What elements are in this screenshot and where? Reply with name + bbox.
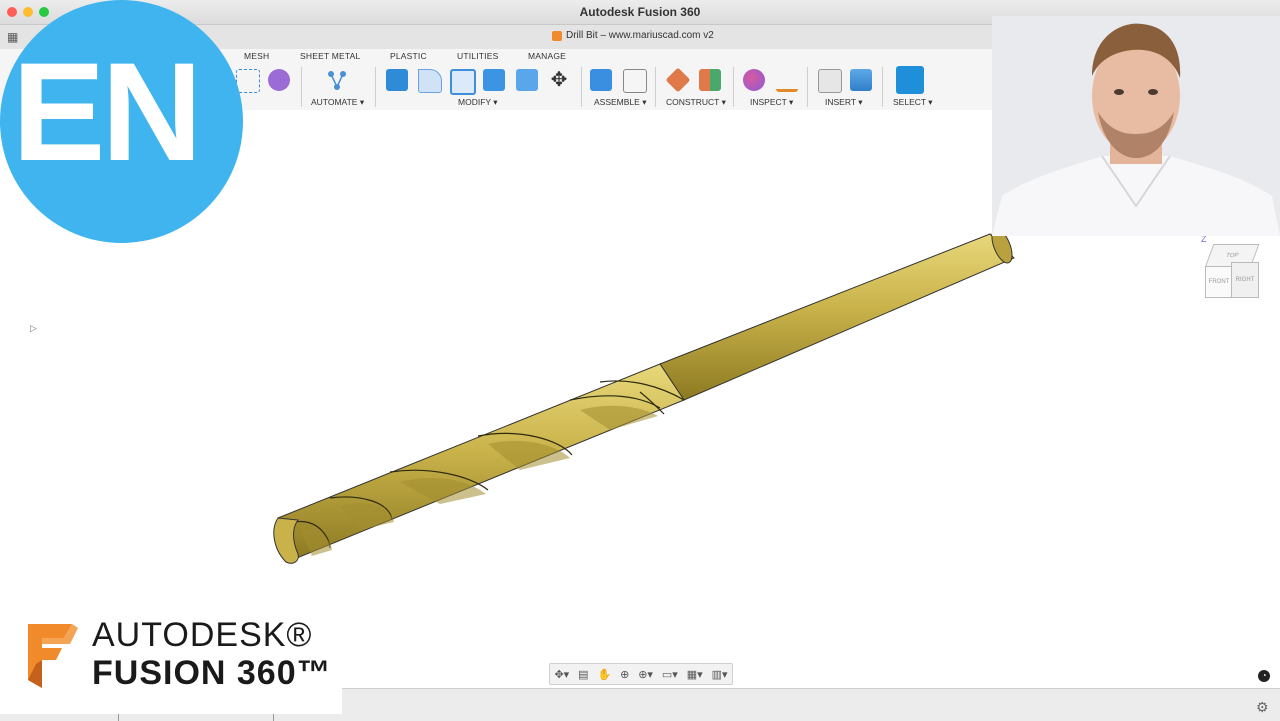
display-settings-icon[interactable]: ▭▾: [662, 668, 678, 681]
look-at-icon[interactable]: ▤: [578, 668, 588, 681]
automate-icon[interactable]: [326, 69, 348, 91]
tab-plastic[interactable]: PLASTIC: [390, 51, 427, 61]
ribbon-separator: [807, 67, 808, 107]
presenter-image: [992, 16, 1280, 236]
group-modify[interactable]: MODIFY ▾: [458, 97, 498, 108]
form-tool-icon[interactable]: [268, 69, 290, 91]
document-tab-title: Drill Bit – www.mariuscad.com v2: [566, 30, 714, 41]
zoom-window-icon[interactable]: ⊕▾: [638, 668, 653, 681]
viewports-icon[interactable]: ▥▾: [712, 668, 728, 681]
new-component-icon[interactable]: [590, 69, 612, 91]
move-icon[interactable]: ✥: [548, 69, 570, 91]
group-automate[interactable]: AUTOMATE ▾: [311, 97, 364, 108]
fillet-icon[interactable]: [418, 69, 442, 93]
group-inspect-label: INSPECT: [750, 97, 787, 107]
midplane-icon[interactable]: [699, 69, 721, 91]
presenter-webcam: [992, 16, 1280, 236]
joint-icon[interactable]: [623, 69, 647, 93]
browser-expand-icon[interactable]: ▷: [30, 323, 37, 334]
interference-icon[interactable]: [743, 69, 765, 91]
viewcube-front-face[interactable]: FRONT: [1205, 266, 1233, 298]
group-assemble-label: ASSEMBLE: [594, 97, 640, 107]
language-badge-text: EN: [12, 33, 202, 190]
navigation-bar: ✥▾ ▤ ✋ ⊕ ⊕▾ ▭▾ ▦▾ ▥▾: [549, 663, 733, 685]
ribbon-separator: [581, 67, 582, 107]
group-automate-label: AUTOMATE: [311, 97, 358, 107]
ribbon-separator: [375, 67, 376, 107]
fusion-360-wordmark: FUSION 360™: [92, 654, 332, 692]
ribbon-separator: [655, 67, 656, 107]
group-insert-label: INSERT: [825, 97, 856, 107]
comments-icon[interactable]: ◔: [1258, 670, 1270, 682]
tab-sheet-metal[interactable]: SHEET METAL: [300, 51, 360, 61]
zoom-icon[interactable]: ⊕: [620, 668, 629, 681]
tab-mesh[interactable]: MESH: [244, 51, 269, 61]
group-insert[interactable]: INSERT ▾: [825, 97, 863, 108]
branding-logo: AUTODESK® FUSION 360™: [0, 594, 342, 714]
insert-derive-icon[interactable]: [818, 69, 842, 93]
group-construct-label: CONSTRUCT: [666, 97, 720, 107]
orbit-icon[interactable]: ✥▾: [554, 668, 569, 681]
document-tab[interactable]: Drill Bit – www.mariuscad.com v2: [552, 30, 714, 41]
ribbon-separator: [301, 67, 302, 107]
align-icon[interactable]: [516, 69, 538, 91]
tab-manage[interactable]: MANAGE: [528, 51, 566, 61]
group-assemble[interactable]: ASSEMBLE ▾: [594, 97, 646, 108]
ribbon-separator: [733, 67, 734, 107]
group-modify-label: MODIFY: [458, 97, 491, 107]
viewcube-right-face[interactable]: RIGHT: [1231, 262, 1259, 298]
autodesk-wordmark: AUTODESK®: [92, 616, 313, 654]
group-construct[interactable]: CONSTRUCT ▾: [666, 97, 726, 108]
tab-utilities[interactable]: UTILITIES: [457, 51, 498, 61]
pan-icon[interactable]: ✋: [597, 668, 611, 681]
viewcube[interactable]: Z TOP FRONT RIGHT: [1195, 234, 1265, 304]
group-select[interactable]: SELECT ▾: [893, 97, 933, 108]
group-inspect[interactable]: INSPECT ▾: [750, 97, 793, 108]
select-icon[interactable]: [896, 66, 924, 94]
offset-plane-icon[interactable]: [665, 67, 691, 93]
fusion-logo-icon: [28, 624, 78, 688]
settings-gear-icon[interactable]: ⚙: [1256, 699, 1269, 716]
ribbon-separator: [882, 67, 883, 107]
grid-settings-icon[interactable]: ▦▾: [687, 668, 703, 681]
measure-icon[interactable]: [776, 79, 798, 92]
canvas-icon[interactable]: [850, 69, 872, 91]
group-select-label: SELECT: [893, 97, 926, 107]
press-pull-icon[interactable]: [386, 69, 408, 91]
language-badge: EN: [0, 0, 243, 243]
sketch-tool-icon[interactable]: [236, 69, 260, 93]
combine-icon[interactable]: [483, 69, 505, 91]
design-cube-icon: [552, 30, 562, 41]
shell-icon[interactable]: [450, 69, 476, 95]
